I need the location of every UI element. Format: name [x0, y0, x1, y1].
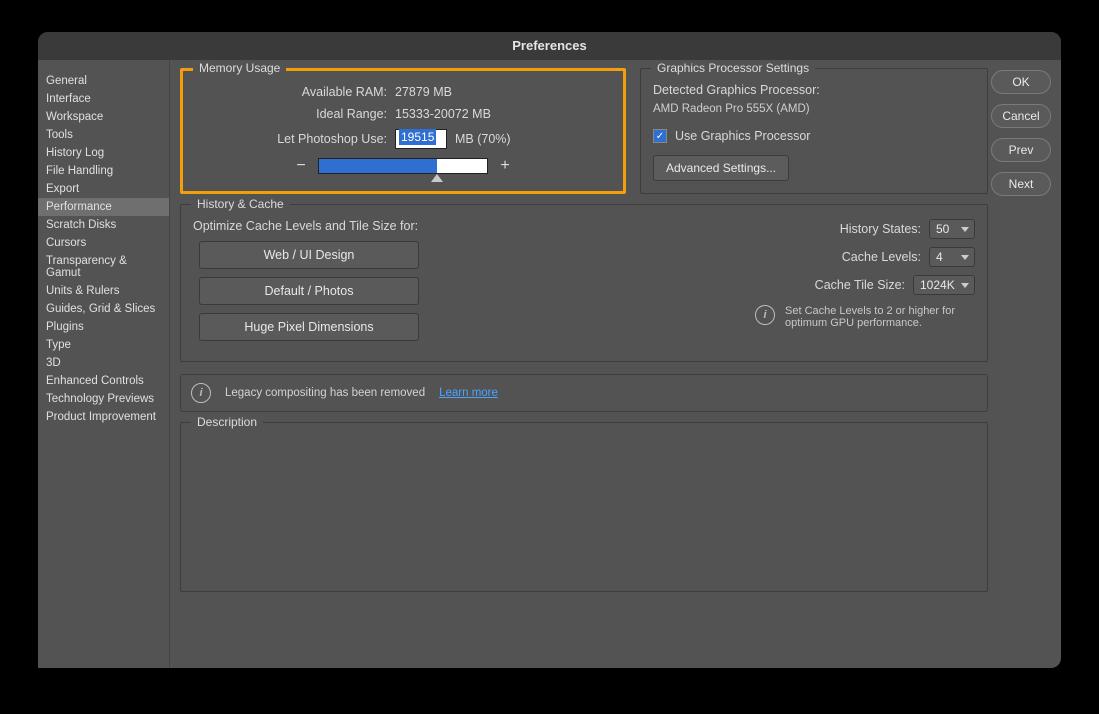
sidebar-item-export[interactable]: Export	[38, 180, 169, 198]
ram-decrease-button[interactable]: −	[294, 157, 308, 175]
sidebar-item-file-handling[interactable]: File Handling	[38, 162, 169, 180]
let-use-label: Let Photoshop Use:	[195, 132, 395, 146]
preset-default-photos[interactable]: Default / Photos	[199, 277, 419, 305]
description-legend: Description	[191, 415, 263, 429]
history-states-label: History States:	[840, 222, 921, 236]
history-states-select[interactable]: 50	[929, 219, 975, 239]
info-icon: i	[191, 383, 211, 403]
sidebar-item-interface[interactable]: Interface	[38, 90, 169, 108]
available-ram-label: Available RAM:	[195, 85, 395, 99]
dialog-buttons: OK Cancel Prev Next	[991, 70, 1051, 196]
main-panel: OK Cancel Prev Next Memory Usage Availab…	[170, 60, 1061, 668]
ideal-range-value: 15333-20072 MB	[395, 107, 491, 121]
sidebar-item-tools[interactable]: Tools	[38, 126, 169, 144]
sidebar-item-general[interactable]: General	[38, 72, 169, 90]
sidebar-item-workspace[interactable]: Workspace	[38, 108, 169, 126]
optimize-label: Optimize Cache Levels and Tile Size for:	[193, 219, 575, 233]
ram-input[interactable]: 19515	[395, 129, 447, 149]
sidebar-item-enhanced-controls[interactable]: Enhanced Controls	[38, 372, 169, 390]
sidebar-item-history-log[interactable]: History Log	[38, 144, 169, 162]
memory-usage-group: Memory Usage Available RAM: 27879 MB Ide…	[180, 68, 626, 194]
sidebar-item-type[interactable]: Type	[38, 336, 169, 354]
sidebar-item-technology-previews[interactable]: Technology Previews	[38, 390, 169, 408]
next-button[interactable]: Next	[991, 172, 1051, 196]
sidebar-item-transparency-gamut[interactable]: Transparency & Gamut	[38, 252, 169, 282]
sidebar-item-scratch-disks[interactable]: Scratch Disks	[38, 216, 169, 234]
info-icon: i	[755, 305, 775, 325]
preset-web-ui-design[interactable]: Web / UI Design	[199, 241, 419, 269]
memory-usage-legend: Memory Usage	[193, 61, 286, 75]
cancel-button[interactable]: Cancel	[991, 104, 1051, 128]
gpu-advanced-settings-button[interactable]: Advanced Settings...	[653, 155, 789, 181]
sidebar-item-cursors[interactable]: Cursors	[38, 234, 169, 252]
history-cache-legend: History & Cache	[191, 197, 290, 211]
preset-huge-pixel-dimensions[interactable]: Huge Pixel Dimensions	[199, 313, 419, 341]
ideal-range-label: Ideal Range:	[195, 107, 395, 121]
gpu-settings-group: Graphics Processor Settings Detected Gra…	[640, 68, 988, 194]
cache-info-text: Set Cache Levels to 2 or higher for opti…	[785, 305, 975, 329]
preferences-dialog: Preferences GeneralInterfaceWorkspaceToo…	[38, 32, 1061, 668]
sidebar-item-3d[interactable]: 3D	[38, 354, 169, 372]
ram-slider[interactable]	[318, 158, 488, 174]
ram-suffix: MB (70%)	[455, 132, 511, 146]
gpu-detected-value: AMD Radeon Pro 555X (AMD)	[653, 103, 975, 115]
legacy-text: Legacy compositing has been removed	[225, 387, 425, 399]
gpu-legend: Graphics Processor Settings	[651, 61, 815, 75]
sidebar-item-plugins[interactable]: Plugins	[38, 318, 169, 336]
available-ram-value: 27879 MB	[395, 85, 452, 99]
gpu-detected-label: Detected Graphics Processor:	[653, 83, 975, 97]
cache-tile-size-label: Cache Tile Size:	[815, 278, 905, 292]
ok-button[interactable]: OK	[991, 70, 1051, 94]
use-gpu-checkbox[interactable]: ✓	[653, 129, 667, 143]
ram-increase-button[interactable]: +	[498, 157, 512, 175]
description-group: Description	[180, 422, 988, 592]
sidebar-item-guides-grid-slices[interactable]: Guides, Grid & Slices	[38, 300, 169, 318]
prev-button[interactable]: Prev	[991, 138, 1051, 162]
cache-levels-label: Cache Levels:	[842, 250, 921, 264]
legacy-compositing-notice: i Legacy compositing has been removed Le…	[180, 374, 988, 412]
sidebar-item-performance[interactable]: Performance	[38, 198, 169, 216]
learn-more-link[interactable]: Learn more	[439, 387, 498, 399]
cache-tile-size-select[interactable]: 1024K	[913, 275, 975, 295]
use-gpu-label: Use Graphics Processor	[675, 129, 810, 143]
sidebar-item-product-improvement[interactable]: Product Improvement	[38, 408, 169, 426]
cache-levels-select[interactable]: 4	[929, 247, 975, 267]
history-cache-group: History & Cache Optimize Cache Levels an…	[180, 204, 988, 362]
dialog-title: Preferences	[38, 32, 1061, 60]
sidebar: GeneralInterfaceWorkspaceToolsHistory Lo…	[38, 60, 170, 668]
sidebar-item-units-rulers[interactable]: Units & Rulers	[38, 282, 169, 300]
